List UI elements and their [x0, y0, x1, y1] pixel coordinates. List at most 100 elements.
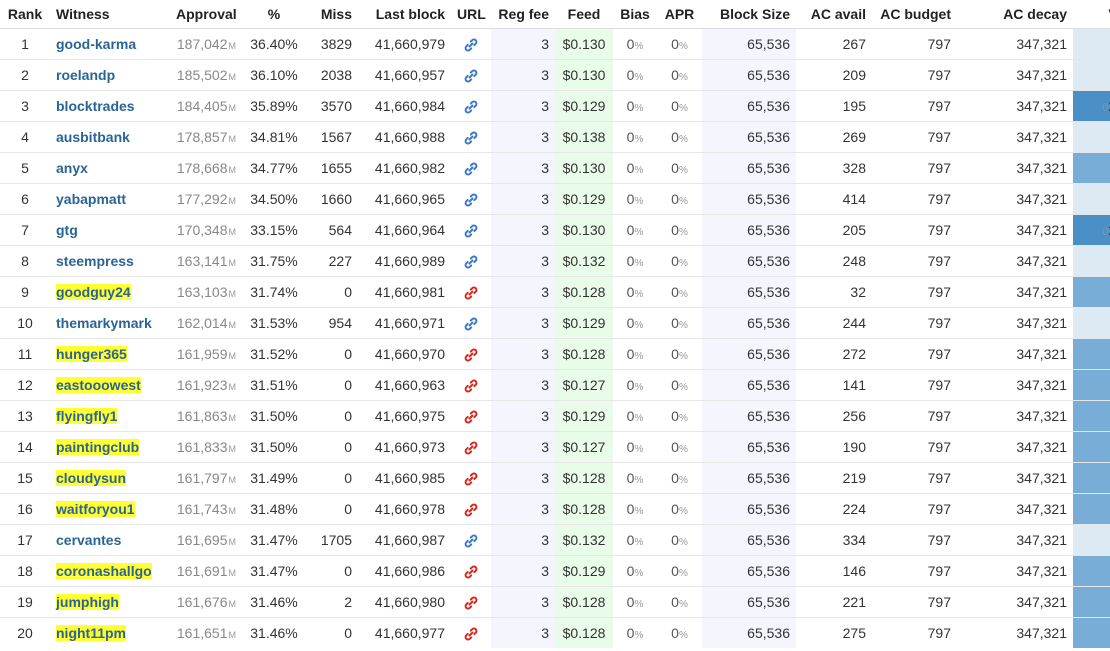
witness-link[interactable]: anyx	[56, 160, 88, 176]
approval-cell: 161,676M	[170, 586, 242, 618]
link-icon[interactable]	[463, 285, 479, 301]
witness-link[interactable]: flyingfly1	[56, 408, 118, 424]
rank-cell: 16	[0, 493, 50, 525]
link-icon[interactable]	[463, 37, 479, 53]
bias-unit: %	[634, 258, 644, 269]
witness-link[interactable]: gtg	[56, 222, 78, 238]
witness-link[interactable]: steempress	[56, 253, 134, 269]
witness-link[interactable]: good-karma	[56, 36, 136, 52]
ac-budget-cell: 797	[872, 307, 957, 339]
header-apr[interactable]: APR	[657, 0, 702, 29]
witness-link[interactable]: blocktrades	[56, 98, 135, 114]
witness-link[interactable]: ausbitbank	[56, 129, 130, 145]
header-rank[interactable]: Rank	[0, 0, 50, 29]
link-icon[interactable]	[463, 223, 479, 239]
ac-budget-cell: 797	[927, 36, 951, 52]
header-ac-decay[interactable]: AC decay	[957, 0, 1073, 29]
last-block-cell: 41,660,980	[358, 586, 451, 618]
percent-cell: 31.49%	[242, 462, 306, 494]
header-ac-budget[interactable]: AC budget	[872, 0, 957, 29]
header-bias[interactable]: Bias	[613, 0, 657, 29]
table-row: 2 roelandp 185,502M 36.10% 2038 41,660,957 3 $0…	[0, 59, 1110, 91]
approval-cell: 161,695M	[170, 524, 242, 556]
approval-unit: M	[228, 103, 237, 113]
approval-value: 161,863	[176, 408, 228, 424]
link-icon[interactable]	[463, 409, 479, 425]
miss-cell: 954	[306, 307, 358, 339]
header-reg-fee[interactable]: Reg fee	[491, 0, 555, 29]
url-cell	[451, 493, 491, 525]
link-icon[interactable]	[463, 316, 479, 332]
link-icon[interactable]	[463, 471, 479, 487]
link-icon[interactable]	[463, 99, 479, 115]
header-miss[interactable]: Miss	[306, 0, 358, 29]
url-cell	[451, 90, 491, 122]
apr-value: 0	[671, 98, 679, 114]
witness-link[interactable]: cloudysun	[56, 470, 127, 486]
witness-link[interactable]: goodguy24	[56, 284, 131, 300]
approval-cell: 163,141M	[170, 245, 242, 277]
ac-decay-cell: 347,321	[957, 276, 1073, 308]
header-witness[interactable]: Witness	[50, 0, 170, 29]
link-icon[interactable]	[463, 161, 479, 177]
rank-cell: 7	[0, 214, 50, 246]
witness-link[interactable]: paintingclub	[56, 439, 140, 455]
witness-cell: hunger365	[50, 338, 170, 370]
witness-link[interactable]: night11pm	[56, 625, 127, 641]
apr-value: 0	[671, 222, 679, 238]
bias-unit: %	[634, 382, 644, 393]
version-cell: 022 5	[1073, 617, 1110, 648]
apr-cell: 0%	[657, 29, 702, 60]
url-cell	[451, 276, 491, 308]
link-icon[interactable]	[463, 347, 479, 363]
ac-budget-cell: 797	[872, 369, 957, 401]
witness-cell: waitforyou1	[50, 493, 170, 525]
header-block-size[interactable]: Block Size	[702, 0, 796, 29]
link-icon[interactable]	[463, 192, 479, 208]
link-icon[interactable]	[463, 595, 479, 611]
witness-link[interactable]: themarkymark	[56, 315, 152, 331]
apr-unit: %	[678, 103, 688, 114]
ac-decay-cell: 347,321	[957, 369, 1073, 401]
header-feed[interactable]: Feed	[555, 0, 613, 29]
link-icon[interactable]	[463, 68, 479, 84]
ac-avail-cell: 205	[796, 214, 872, 246]
reg-fee-cell: 3	[491, 462, 555, 494]
bias-cell: 0%	[613, 617, 657, 648]
block-size-cell: 65,536	[702, 59, 796, 91]
header-ac-avail[interactable]: AC avail	[796, 0, 872, 29]
witness-link[interactable]: yabapmatt	[56, 191, 126, 207]
percent-cell: 31.50%	[242, 431, 306, 463]
ac-budget-cell: 797	[872, 245, 957, 277]
header-last-block[interactable]: Last block	[358, 0, 451, 29]
link-icon[interactable]	[463, 378, 479, 394]
miss-cell: 0	[306, 493, 358, 525]
witness-link[interactable]: roelandp	[56, 67, 115, 83]
witness-link[interactable]: eastooowest	[56, 377, 141, 393]
witness-link[interactable]: cervantes	[56, 532, 121, 548]
apr-cell: 0%	[657, 338, 702, 370]
header-row: Rank Witness Approval % Miss Last block …	[0, 0, 1110, 29]
table-row: 11 hunger365 161,959M 31.52% 0 41,660,970 3 $0.…	[0, 338, 1110, 370]
link-icon[interactable]	[463, 502, 479, 518]
header-percent[interactable]: %	[242, 0, 306, 29]
apr-cell: 0%	[657, 90, 702, 122]
header-approval[interactable]: Approval	[170, 0, 242, 29]
header-version[interactable]: Version	[1073, 0, 1110, 29]
link-icon[interactable]	[463, 254, 479, 270]
reg-fee-cell: 3	[491, 121, 555, 153]
link-icon[interactable]	[463, 440, 479, 456]
ac-avail-cell: 256	[796, 400, 872, 432]
link-icon[interactable]	[463, 626, 479, 642]
witness-link[interactable]: hunger365	[56, 346, 127, 362]
rank-cell: 18	[0, 555, 50, 587]
link-icon[interactable]	[463, 564, 479, 580]
link-icon[interactable]	[463, 533, 479, 549]
witness-link[interactable]: coronashallgo	[56, 563, 152, 579]
header-url[interactable]: URL	[451, 0, 491, 29]
witness-link[interactable]: waitforyou1	[56, 501, 135, 517]
apr-unit: %	[678, 351, 688, 362]
witness-link[interactable]: jumphigh	[56, 594, 119, 610]
bias-cell: 0%	[613, 431, 657, 463]
link-icon[interactable]	[463, 130, 479, 146]
